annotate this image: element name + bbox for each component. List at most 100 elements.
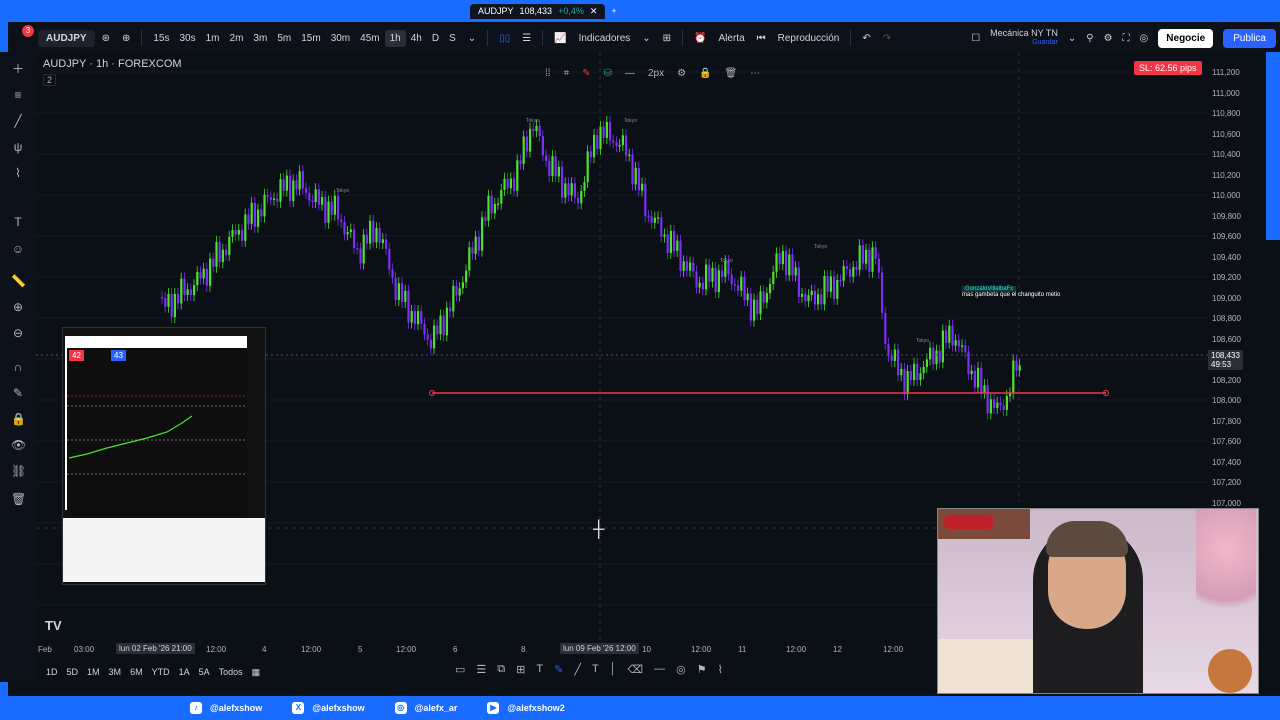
target-icon[interactable]: ◎ bbox=[676, 663, 686, 676]
social-item[interactable]: ♪ @alefxshow bbox=[190, 702, 262, 714]
vertical-line-icon[interactable]: │ bbox=[610, 663, 617, 676]
fib-icon[interactable]: ⌇ bbox=[11, 166, 25, 180]
time-axis[interactable]: Feb 03:00 lun 02 Feb '26 21:00 12:00 4 12:00 5… bbox=[36, 643, 936, 657]
close-icon[interactable]: ✕ bbox=[590, 6, 598, 17]
publish-button[interactable]: Publica bbox=[1223, 28, 1276, 48]
chevron-down-icon[interactable]: ⌄ bbox=[637, 30, 655, 47]
line-width-label[interactable]: 2px bbox=[648, 68, 664, 79]
ruler-icon[interactable]: 📏 bbox=[11, 274, 26, 288]
timeframe-2m[interactable]: 2m bbox=[225, 30, 249, 47]
trash-icon[interactable]: 🗑 bbox=[725, 68, 738, 79]
timeframe-4h[interactable]: 4h bbox=[406, 30, 427, 47]
line-icon[interactable]: ╱ bbox=[574, 663, 581, 676]
menu-lines-icon[interactable]: ≡ bbox=[11, 88, 25, 102]
text-icon[interactable]: T bbox=[11, 215, 25, 229]
horizontal-line-icon[interactable]: — bbox=[654, 663, 665, 676]
range-Todos[interactable]: Todos bbox=[219, 667, 243, 677]
alert-icon[interactable]: ⏰ bbox=[689, 30, 711, 47]
eye-icon[interactable]: 👁 bbox=[11, 438, 26, 452]
timeframe-5m[interactable]: 5m bbox=[272, 30, 296, 47]
link-icon[interactable]: ⛓ bbox=[11, 464, 26, 478]
text-icon[interactable]: T bbox=[592, 663, 599, 676]
channel-icon[interactable]: ⧉ bbox=[497, 663, 505, 676]
fill-color-icon[interactable]: ⛁ bbox=[604, 68, 612, 79]
range-1M[interactable]: 1M bbox=[87, 667, 100, 677]
chevron-down-icon[interactable]: ⌄ bbox=[1068, 33, 1076, 44]
range-3M[interactable]: 3M bbox=[109, 667, 122, 677]
template-selector[interactable]: Mecánica NY TN Guardar bbox=[990, 28, 1058, 48]
trend-line-icon[interactable]: ╱ bbox=[11, 114, 25, 128]
timeframe-15m[interactable]: 15m bbox=[296, 30, 325, 47]
zoom-in-icon[interactable]: ⊕ bbox=[11, 300, 25, 314]
timeframe-3m[interactable]: 3m bbox=[248, 30, 272, 47]
symbol-search-button[interactable]: AUDJPY bbox=[38, 29, 95, 47]
range-5A[interactable]: 5A bbox=[199, 667, 210, 677]
timeframe-D[interactable]: D bbox=[427, 30, 444, 47]
candle-body bbox=[1005, 395, 1008, 410]
trade-button[interactable]: Negocie bbox=[1158, 28, 1214, 48]
alert-button[interactable]: Alerta bbox=[714, 30, 750, 47]
lock-icon[interactable]: 🔒 bbox=[699, 68, 711, 79]
layouts-icon[interactable]: ⊞ bbox=[658, 30, 676, 47]
pitchfork-icon[interactable]: ψ bbox=[11, 140, 25, 154]
bars-style-icon[interactable]: ☰ bbox=[517, 30, 536, 47]
template-icon[interactable]: ⌗ bbox=[564, 68, 570, 79]
parallel-lines-icon[interactable]: ☰ bbox=[476, 663, 486, 676]
timeframe-1m[interactable]: 1m bbox=[201, 30, 225, 47]
more-icon[interactable]: ⋯ bbox=[750, 68, 760, 79]
brush-icon[interactable]: ✎ bbox=[554, 663, 563, 676]
range-1A[interactable]: 1A bbox=[179, 667, 190, 677]
settings-icon[interactable]: ⚙ bbox=[677, 68, 686, 79]
emoji-icon[interactable]: ☺ bbox=[11, 242, 25, 256]
range-1D[interactable]: 1D bbox=[46, 667, 58, 677]
social-item[interactable]: ◎ @alefx_ar bbox=[394, 702, 457, 714]
snapshot-icon[interactable]: ◎ bbox=[1140, 33, 1149, 44]
candles-icon[interactable]: ▯▯ bbox=[494, 30, 515, 47]
candle-body bbox=[423, 323, 426, 335]
lock-icon[interactable]: 🔒 bbox=[11, 412, 26, 426]
grid-icon[interactable]: ⁞⁞ bbox=[545, 68, 551, 79]
chevron-down-icon[interactable]: ⌄ bbox=[463, 30, 481, 47]
social-item[interactable]: ▶ @alefxshow2 bbox=[487, 702, 565, 714]
position-icon[interactable]: ⊞ bbox=[516, 663, 525, 676]
browser-tab[interactable]: AUDJPY 108,433 +0,4% ✕ bbox=[470, 3, 606, 19]
line-width-icon[interactable]: — bbox=[625, 68, 635, 79]
trash-icon[interactable]: 🗑 bbox=[11, 492, 26, 506]
timeframe-30m[interactable]: 30m bbox=[326, 30, 355, 47]
redo-icon[interactable]: ↷ bbox=[878, 30, 896, 47]
timeframe-45m[interactable]: 45m bbox=[355, 30, 384, 47]
line-color-icon[interactable]: ✎ bbox=[582, 68, 590, 79]
stay-drawing-icon[interactable]: ✎ bbox=[11, 386, 25, 400]
eraser-icon[interactable]: ⌫ bbox=[628, 663, 644, 676]
flag-icon[interactable]: ⚑ bbox=[697, 663, 707, 676]
undo-icon[interactable]: ↶ bbox=[857, 30, 875, 47]
fullscreen-icon[interactable]: ⛶ bbox=[1123, 33, 1130, 44]
zoom-out-icon[interactable]: ⊖ bbox=[11, 326, 25, 340]
replay-icon[interactable]: ⏮ bbox=[752, 30, 771, 47]
add-symbol-icon[interactable]: ⊕ bbox=[117, 30, 135, 47]
timeframe-30s[interactable]: 30s bbox=[174, 30, 200, 47]
price-axis[interactable]: 111,200 111,000 110,800 110,600 110,400 110,2… bbox=[1208, 60, 1256, 510]
calendar-icon[interactable]: ▦ bbox=[252, 667, 261, 678]
timeframe-1h[interactable]: 1h bbox=[384, 29, 406, 47]
compare-icon[interactable]: ⊛ bbox=[97, 30, 115, 47]
new-tab-icon[interactable]: + bbox=[611, 6, 616, 16]
indicators-button[interactable]: Indicadores bbox=[574, 30, 636, 47]
cursor-icon[interactable]: ＋ bbox=[11, 62, 25, 76]
range-YTD[interactable]: YTD bbox=[152, 667, 170, 677]
text-tool-icon[interactable]: T bbox=[536, 663, 543, 676]
notification-badge[interactable]: 3 bbox=[22, 25, 34, 37]
replay-button[interactable]: Reproducción bbox=[773, 30, 845, 47]
magnet-icon[interactable]: ∩ bbox=[11, 360, 25, 374]
quick-search-icon[interactable]: ⚲ bbox=[1086, 33, 1093, 44]
pattern-icon[interactable]: ⌇ bbox=[718, 663, 723, 676]
range-5D[interactable]: 5D bbox=[67, 667, 79, 677]
indicators-icon[interactable]: 📈 bbox=[549, 30, 571, 47]
settings-icon[interactable]: ⚙ bbox=[1104, 33, 1113, 44]
layout-square-icon[interactable]: ☐ bbox=[971, 33, 980, 44]
rectangle-icon[interactable]: ▭ bbox=[455, 663, 465, 676]
social-item[interactable]: X @alefxshow bbox=[292, 702, 365, 714]
range-6M[interactable]: 6M bbox=[130, 667, 143, 677]
timeframe-15s[interactable]: 15s bbox=[148, 30, 174, 47]
timeframe-S[interactable]: S bbox=[444, 30, 461, 47]
